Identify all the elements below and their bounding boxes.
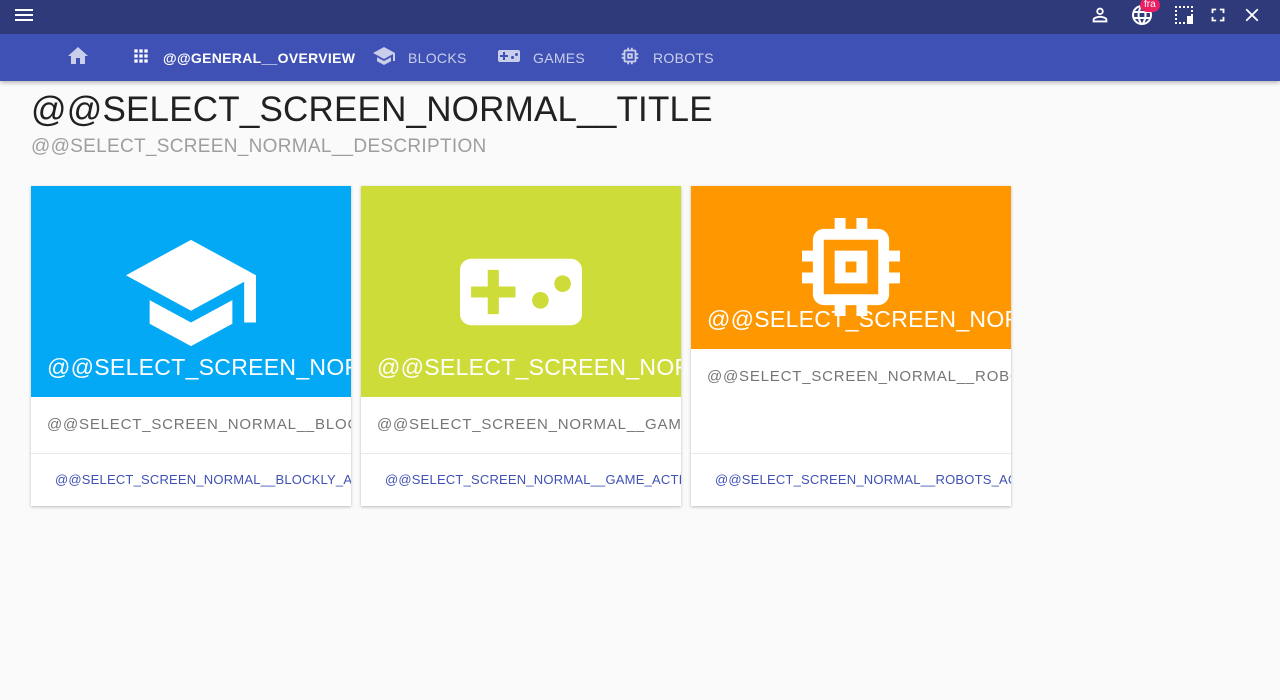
menu-button[interactable] <box>12 5 36 29</box>
nav-bar: @@GENERAL__OVERVIEW BLOCKS GAMES ROBOTS <box>0 34 1280 81</box>
home-icon <box>66 44 90 71</box>
tab-robots[interactable]: ROBOTS <box>619 34 714 81</box>
gamepad-icon <box>497 44 521 71</box>
tab-games-label: GAMES <box>533 49 586 66</box>
language-badge: fra <box>1140 0 1160 12</box>
blocks-card-action-link[interactable]: @@SELECT_SCREEN_NORMAL__BLOCKLY_ACTION <box>55 472 351 487</box>
fullscreen-icon <box>1207 4 1229 31</box>
blocks-card-media: @@SELECT_SCREEN_NOR <box>31 186 351 397</box>
tab-robots-label: ROBOTS <box>653 49 714 66</box>
tab-overview-label: @@GENERAL__OVERVIEW <box>163 49 356 66</box>
language-button[interactable]: fra <box>1130 0 1160 29</box>
robots-card-media: @@SELECT_SCREEN_NOR <box>691 186 1011 349</box>
fullscreen-button[interactable] <box>1206 5 1230 29</box>
robots-card-action-link[interactable]: @@SELECT_SCREEN_NORMAL__ROBOTS_ACTION <box>715 472 1011 487</box>
games-card-title: @@SELECT_SCREEN_NOR <box>377 354 681 380</box>
games-card-media: @@SELECT_SCREEN_NOR <box>361 186 681 397</box>
school-icon <box>126 238 256 353</box>
user-icon <box>1089 4 1111 31</box>
robots-card[interactable]: @@SELECT_SCREEN_NOR @@SELECT_SCREEN_NORM… <box>691 186 1011 506</box>
close-icon <box>1241 4 1263 31</box>
close-button[interactable] <box>1240 5 1264 29</box>
tab-blocks-label: BLOCKS <box>408 49 467 66</box>
selection-icon <box>1172 3 1196 32</box>
blocks-card-actions: @@SELECT_SCREEN_NORMAL__BLOCKLY_ACTION <box>31 453 351 506</box>
chip-icon <box>619 45 641 70</box>
selection-button[interactable] <box>1172 5 1196 29</box>
robots-card-title: @@SELECT_SCREEN_NOR <box>707 306 1011 332</box>
robots-card-actions: @@SELECT_SCREEN_NORMAL__ROBOTS_ACTION <box>691 453 1011 506</box>
top-app-bar: fra <box>0 0 1280 34</box>
apps-grid-icon <box>131 46 151 69</box>
tab-games[interactable]: GAMES <box>497 34 585 81</box>
page-description: @@SELECT_SCREEN_NORMAL__DESCRIPTION <box>31 136 487 157</box>
tab-overview[interactable]: @@GENERAL__OVERVIEW <box>131 34 355 81</box>
games-card-action-link[interactable]: @@SELECT_SCREEN_NORMAL__GAME_ACTION <box>385 472 681 487</box>
blocks-card[interactable]: @@SELECT_SCREEN_NOR @@SELECT_SCREEN_NORM… <box>31 186 351 506</box>
games-card[interactable]: @@SELECT_SCREEN_NOR @@SELECT_SCREEN_NORM… <box>361 186 681 506</box>
blocks-card-title: @@SELECT_SCREEN_NOR <box>47 354 351 380</box>
tab-home[interactable] <box>66 34 90 81</box>
menu-icon <box>12 3 36 32</box>
user-button[interactable] <box>1088 5 1112 29</box>
blocks-card-description: @@SELECT_SCREEN_NORMAL__BLOCKLY_ <box>47 416 351 433</box>
games-card-description: @@SELECT_SCREEN_NORMAL__GAME_ <box>377 416 681 433</box>
games-card-actions: @@SELECT_SCREEN_NORMAL__GAME_ACTION <box>361 453 681 506</box>
robots-card-description: @@SELECT_SCREEN_NORMAL__ROBOTS_ <box>707 368 1011 385</box>
school-icon <box>372 44 396 71</box>
gamepad-icon <box>460 252 582 337</box>
tab-blocks[interactable]: BLOCKS <box>372 34 467 81</box>
page-title: @@SELECT_SCREEN_NORMAL__TITLE <box>31 90 713 129</box>
